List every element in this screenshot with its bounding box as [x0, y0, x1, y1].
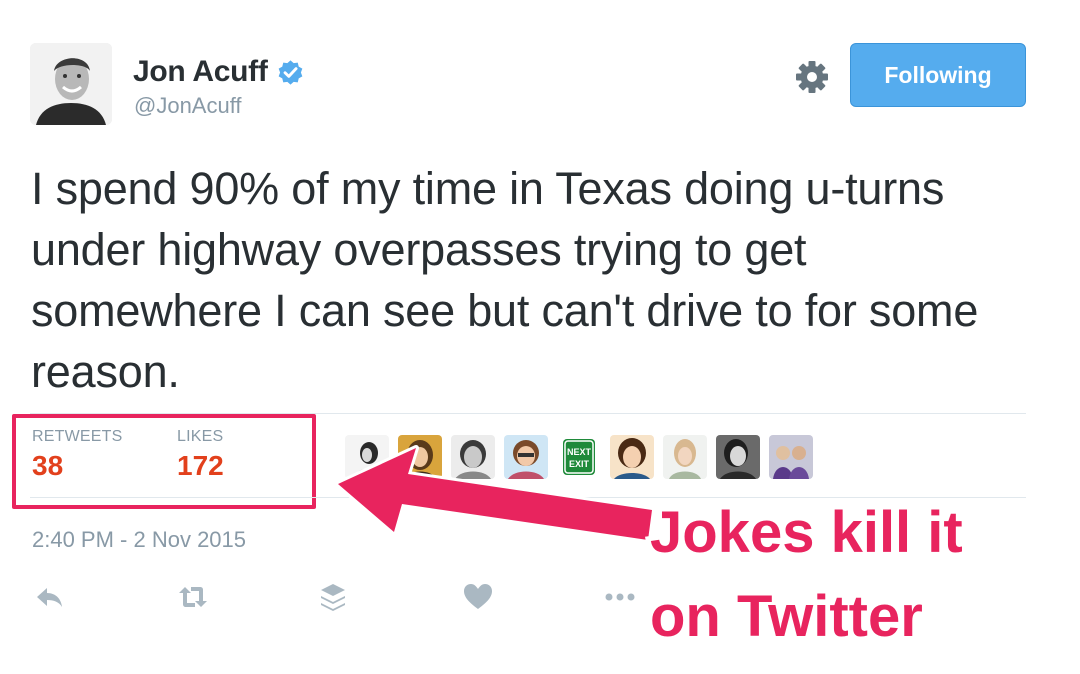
- like-icon[interactable]: [461, 580, 495, 614]
- tweet-text: I spend 90% of my time in Texas doing u-…: [31, 163, 979, 397]
- more-icon[interactable]: [603, 580, 637, 614]
- author-handle[interactable]: @JonAcuff: [134, 93, 242, 119]
- gear-icon[interactable]: [793, 58, 831, 96]
- avatar-photo-icon: [30, 43, 112, 125]
- retweet-icon[interactable]: [176, 580, 210, 614]
- liker-avatar-icon[interactable]: [769, 435, 813, 479]
- annotation-arrow-icon: [335, 445, 655, 543]
- liker-avatar-icon[interactable]: [716, 435, 760, 479]
- highlight-box: [12, 414, 316, 509]
- liker-avatar-icon[interactable]: [663, 435, 707, 479]
- author-display-name[interactable]: Jon Acuff: [133, 55, 268, 89]
- reply-icon[interactable]: [33, 580, 67, 614]
- author-name-row: Jon Acuff: [133, 52, 305, 92]
- buffer-icon[interactable]: [316, 580, 350, 614]
- author-avatar[interactable]: [30, 43, 112, 125]
- tweet-timestamp[interactable]: 2:40 PM - 2 Nov 2015: [32, 527, 246, 553]
- annotation-line1: Jokes kill it: [645, 495, 968, 570]
- following-button[interactable]: Following: [850, 43, 1026, 107]
- annotation-line2: on Twitter: [645, 579, 928, 654]
- verified-badge-icon: [276, 58, 305, 87]
